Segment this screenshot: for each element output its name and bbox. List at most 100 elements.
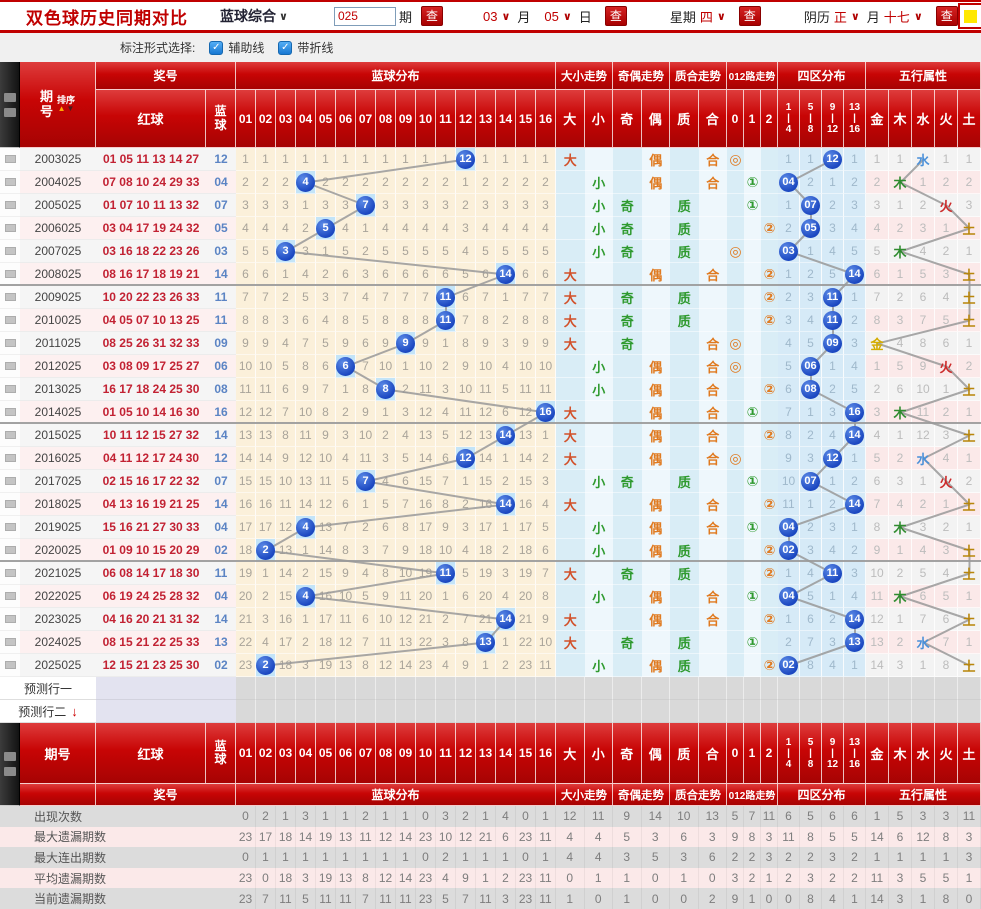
stats-value: 1 xyxy=(744,888,761,909)
dist-cell: 2 xyxy=(396,378,416,401)
dist-cell: 2 xyxy=(376,424,396,447)
dist-cell: 2 xyxy=(456,194,476,217)
issue-query-button[interactable]: 查 xyxy=(421,6,443,26)
row-select-cell[interactable] xyxy=(0,424,20,447)
trend-cell: 偶 xyxy=(642,608,671,631)
issue-input[interactable] xyxy=(334,7,396,26)
element-cell: 1 xyxy=(958,332,981,355)
chevron-down-icon[interactable]: ∨ xyxy=(717,10,726,23)
week-query-button[interactable]: 查 xyxy=(739,6,761,26)
prediction-label[interactable]: 预测行二↓ xyxy=(0,700,96,723)
row-select-cell[interactable] xyxy=(0,585,20,608)
sort-desc-icon[interactable]: ▼ xyxy=(67,105,75,113)
mod-cell: ② xyxy=(761,286,778,309)
blue-ball-marker: 11 xyxy=(436,564,455,583)
polyline-checkbox[interactable]: ✓ xyxy=(278,41,292,55)
chevron-down-icon[interactable]: ∨ xyxy=(501,10,510,23)
zone-cell: 2 xyxy=(800,171,822,194)
dist-cell: 7 xyxy=(536,286,556,309)
blue-mode-dropdown[interactable]: 蓝球综合 ∨ xyxy=(220,6,288,26)
zone-col-header: 5|8 xyxy=(800,90,822,148)
dist-cell: 14 xyxy=(496,263,516,286)
row-select-cell[interactable] xyxy=(0,493,20,516)
dist-cell: 14 xyxy=(416,447,436,470)
day-select[interactable]: 05 xyxy=(544,9,558,24)
row-select-cell[interactable] xyxy=(0,378,20,401)
element-cell: 7 xyxy=(866,286,889,309)
dist-cell: 3 xyxy=(496,194,516,217)
row-select-cell[interactable] xyxy=(0,148,20,171)
row-select-cell[interactable] xyxy=(0,447,20,470)
size-header-col: 大 xyxy=(556,723,585,784)
trend-cell: 大 xyxy=(556,148,585,171)
dist-cell: 2 xyxy=(256,585,276,608)
row-select-cell[interactable] xyxy=(0,539,20,562)
trend-cell xyxy=(642,562,671,585)
row-select-cell[interactable] xyxy=(0,263,20,286)
prediction-label[interactable]: 预测行一 xyxy=(0,677,96,700)
sort-asc-icon[interactable]: ▲ xyxy=(58,105,66,113)
date-query-button[interactable]: 查 xyxy=(605,6,627,26)
row-select-cell[interactable] xyxy=(0,516,20,539)
dist-cell: 7 xyxy=(336,516,356,539)
row-select-cell[interactable] xyxy=(0,631,20,654)
dist-cell: 14 xyxy=(296,493,316,516)
lunar-month-select[interactable]: 正 xyxy=(834,7,847,26)
dist-cell: 9 xyxy=(276,447,296,470)
dist-cell: 7 xyxy=(456,309,476,332)
stats-value: 0 xyxy=(416,847,436,868)
stats-value: 5 xyxy=(822,827,844,848)
row-select-cell[interactable] xyxy=(0,608,20,631)
row-select-cell[interactable] xyxy=(0,217,20,240)
chevron-down-icon[interactable]: ∨ xyxy=(914,10,923,23)
chevron-down-icon[interactable]: ∨ xyxy=(563,10,572,23)
stats-value: 2 xyxy=(699,888,728,909)
row-select-cell[interactable] xyxy=(0,654,20,677)
stats-value: 1 xyxy=(844,888,866,909)
row-select-cell[interactable] xyxy=(0,171,20,194)
blue-ball-cell: 14 xyxy=(206,424,236,447)
dist-cell: 9 xyxy=(436,516,456,539)
dist-cell: 1 xyxy=(456,171,476,194)
aux-line-checkbox[interactable]: ✓ xyxy=(209,41,223,55)
dist-cell: 10 xyxy=(296,401,316,424)
chevron-down-icon[interactable]: ∨ xyxy=(851,10,860,23)
dist-cell: 2 xyxy=(376,171,396,194)
mod-cell xyxy=(761,332,778,355)
trend-cell xyxy=(613,585,642,608)
stats-value: 0 xyxy=(556,868,585,889)
row-select-cell[interactable] xyxy=(0,240,20,263)
dist-cell: 20 xyxy=(476,585,496,608)
blue-ball-marker: 09 xyxy=(823,334,842,353)
dist-cell: 4 xyxy=(356,562,376,585)
row-select-cell[interactable] xyxy=(0,355,20,378)
dist-cell: 2 xyxy=(356,171,376,194)
mod-cell xyxy=(761,447,778,470)
dist-col-header: 05 xyxy=(316,723,336,784)
lunar-query-button[interactable]: 查 xyxy=(936,6,958,26)
week-select[interactable]: 四 xyxy=(700,7,713,26)
site-logo[interactable]: cz89.com xyxy=(958,3,981,29)
dist-cell: 13 xyxy=(256,424,276,447)
row-select-cell[interactable] xyxy=(0,194,20,217)
dist-cell: 3 xyxy=(456,217,476,240)
row-select-cell[interactable] xyxy=(0,470,20,493)
row-select-cell[interactable] xyxy=(0,286,20,309)
dist-cell: 1 xyxy=(256,562,276,585)
lunar-day-select[interactable]: 十七 xyxy=(884,7,910,26)
zone-cell: 1 xyxy=(844,148,866,171)
month-select[interactable]: 03 xyxy=(483,9,497,24)
zone-header-cols: 1|45|89|1213|16 xyxy=(778,723,866,784)
row-select-cell[interactable] xyxy=(0,309,20,332)
dist-cell: 2 xyxy=(336,171,356,194)
dist-cell: 7 xyxy=(296,332,316,355)
trend-cell xyxy=(613,516,642,539)
row-select-cell[interactable] xyxy=(0,562,20,585)
zone-col-header: 9|12 xyxy=(822,723,844,784)
element-cell: 2 xyxy=(889,286,912,309)
row-select-cell[interactable] xyxy=(0,401,20,424)
zone-cell: 2 xyxy=(844,171,866,194)
element-cell: 2 xyxy=(912,493,935,516)
dist-cell: 1 xyxy=(356,217,376,240)
row-select-cell[interactable] xyxy=(0,332,20,355)
